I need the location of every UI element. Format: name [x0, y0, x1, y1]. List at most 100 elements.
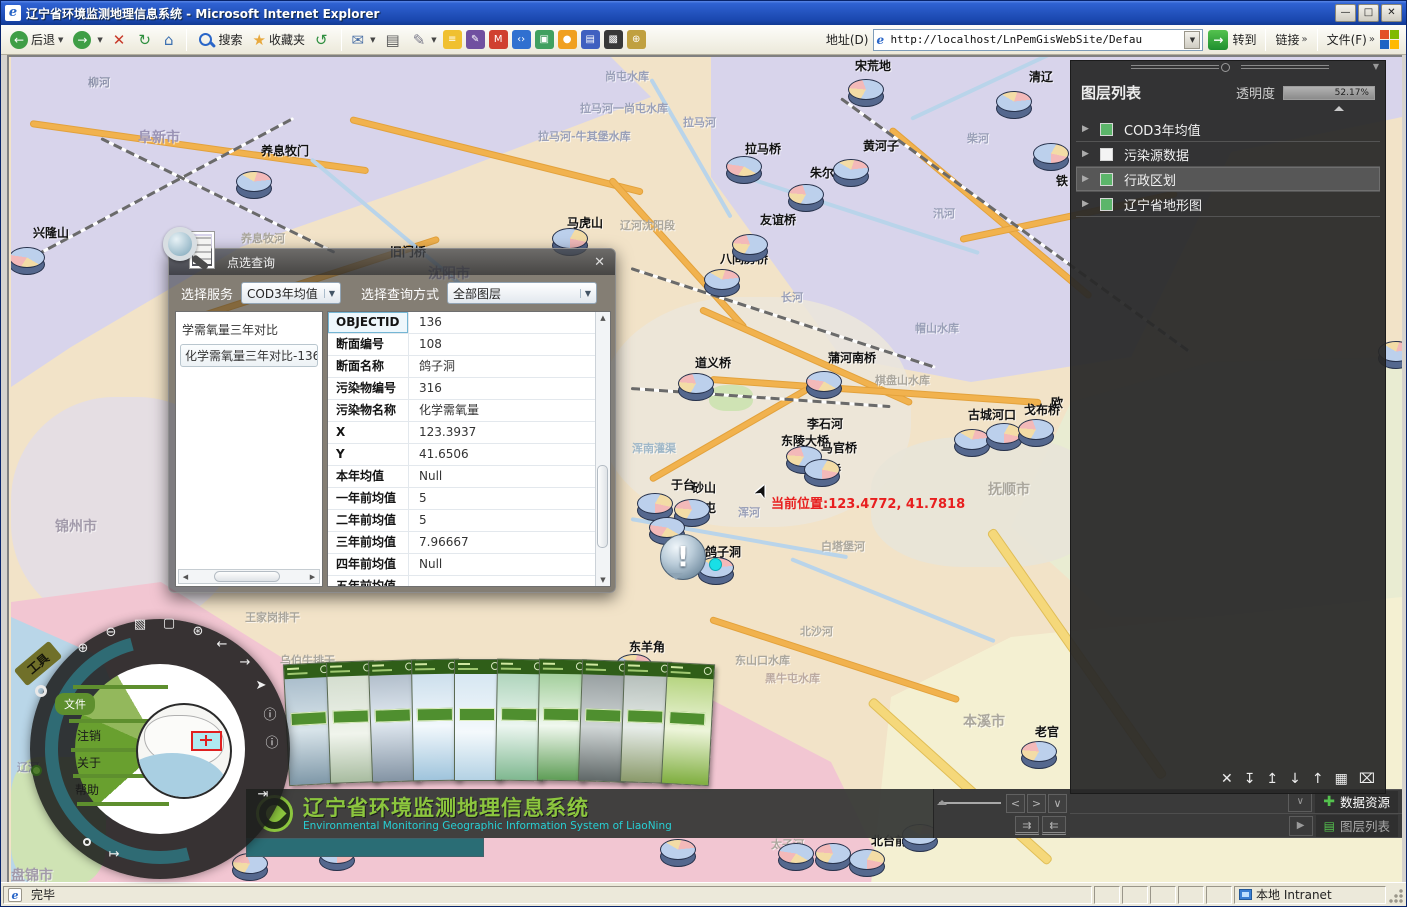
pie-chart-marker[interactable] [1021, 741, 1057, 768]
pie-chart-marker[interactable] [778, 843, 814, 870]
notes-icon[interactable]: ≡ [443, 30, 462, 49]
expand-arrow-icon[interactable]: ▶ [1082, 174, 1100, 184]
book-icon[interactable]: ▤ [581, 30, 600, 49]
editor-icon[interactable]: ✎ [466, 30, 485, 49]
print-button[interactable]: ▤▼ [383, 29, 406, 51]
attribute-table-icon[interactable]: ▦ [1335, 771, 1348, 787]
stop-button[interactable]: ✕▼ [110, 29, 132, 51]
scroll-left-icon[interactable]: ◀ [179, 573, 192, 581]
forward-button[interactable]: →▼ [70, 29, 105, 51]
resize-grip[interactable] [1388, 886, 1404, 904]
pie-chart-marker[interactable] [232, 853, 268, 880]
horizontal-scrollbar[interactable]: ◀ ▶ [178, 569, 320, 584]
pie-chart-marker[interactable] [704, 269, 740, 296]
layer-checkbox[interactable] [1100, 148, 1113, 161]
go-button[interactable]: → 转到 [1208, 30, 1256, 50]
pointer-icon[interactable]: ➤ [251, 678, 271, 693]
vertical-scrollbar[interactable]: ▲ ▼ [595, 312, 610, 586]
pie-chart-marker[interactable] [848, 79, 884, 106]
pie-chart-marker[interactable] [1033, 143, 1069, 170]
messenger-icon[interactable]: M [489, 30, 508, 49]
next-view-icon[interactable]: ⇥ [253, 787, 273, 802]
move-top-icon[interactable]: ↥ [1266, 771, 1278, 787]
pie-chart-marker[interactable] [806, 371, 842, 398]
layer-checkbox[interactable] [1100, 123, 1113, 136]
move-down-icon[interactable]: ↓ [1289, 771, 1301, 787]
opacity-slider-thumb-icon[interactable] [1334, 101, 1344, 111]
dialog-close-icon[interactable]: ✕ [594, 255, 605, 270]
service-select[interactable]: COD3年均值 ▼ [241, 282, 341, 304]
layer-row[interactable]: ▶污染源数据 [1076, 142, 1380, 167]
search-button[interactable]: 搜索▼ [194, 29, 245, 51]
pie-chart-marker[interactable] [660, 839, 696, 866]
opacity-slider[interactable]: 52.17% [1283, 86, 1375, 100]
layer-row[interactable]: ▶COD3年均值 [1076, 117, 1380, 142]
carousel-collapse-button[interactable]: ∨ [1048, 794, 1067, 813]
expand-arrow-icon[interactable]: ▶ [1082, 124, 1100, 134]
info-icon[interactable]: ⓘ [262, 732, 282, 751]
wheel-menu-item[interactable]: 帮助 [75, 781, 99, 798]
wheel-menu-item[interactable]: 关于 [77, 754, 101, 771]
qr-icon[interactable]: ▩ [604, 30, 623, 49]
pie-chart-marker[interactable] [996, 91, 1032, 118]
pie-chart-marker[interactable] [954, 429, 990, 456]
scroll-up-icon[interactable]: ▲ [596, 314, 610, 322]
carousel-skip-back-button[interactable]: ⇇ [1042, 816, 1066, 835]
expand-arrow-icon[interactable]: ▶ [1082, 199, 1100, 209]
carousel-slider[interactable] [939, 802, 1001, 804]
identify-icon[interactable]: ⓘ [260, 704, 280, 723]
pie-chart-marker[interactable] [678, 373, 714, 400]
pie-chart-marker[interactable] [732, 234, 768, 261]
ball-icon[interactable]: ● [558, 30, 577, 49]
pie-chart-marker[interactable] [788, 184, 824, 211]
history-button[interactable]: ↺▼ [312, 29, 334, 51]
zoom-box-icon[interactable]: ▧ [130, 617, 150, 632]
pie-chart-marker[interactable] [986, 423, 1022, 450]
pie-chart-marker[interactable] [11, 247, 45, 274]
slider-thumb-icon[interactable] [937, 795, 947, 805]
overview-minimap[interactable] [136, 703, 232, 799]
maximize-button[interactable]: □ [1358, 4, 1379, 22]
remove-layer-icon[interactable]: ⌧ [1359, 771, 1375, 787]
pie-chart-marker[interactable] [637, 493, 673, 520]
layer-checkbox[interactable] [1100, 173, 1113, 186]
close-button[interactable]: ✕ [1381, 4, 1402, 22]
alert-balloon-icon[interactable]: ! [660, 534, 706, 580]
favorites-button[interactable]: ★收藏夹▼ [250, 29, 308, 51]
back-button[interactable]: ←后退▼ [7, 29, 66, 51]
carousel-next-button[interactable]: > [1027, 794, 1046, 813]
refresh-button[interactable]: ↻▼ [135, 29, 157, 51]
mail-button[interactable]: ✉▼ [349, 29, 379, 51]
layer-row[interactable]: ▶辽宁省地形图 [1076, 192, 1380, 217]
carousel-skip-forward-button[interactable]: ⇉ [1015, 816, 1039, 835]
wheel-menu-item[interactable]: 注销 [77, 727, 101, 744]
links-menu[interactable]: 链接» [1275, 31, 1307, 48]
file-menu[interactable]: 文件(F)» [1327, 31, 1375, 48]
close-panel-icon[interactable]: ✕ [1221, 771, 1233, 787]
layer-row[interactable]: ▶行政区划 [1076, 167, 1380, 192]
scrollbar-thumb[interactable] [597, 465, 608, 547]
scroll-right-icon[interactable]: ▶ [306, 573, 319, 581]
move-up-icon[interactable]: ↑ [1312, 771, 1324, 787]
zoom-out-icon[interactable]: ⊖ [101, 625, 121, 640]
panel-drag-handle[interactable]: ▼ [1071, 61, 1385, 74]
pan-left-icon[interactable]: ← [212, 637, 232, 652]
carousel-prev-button[interactable]: < [1006, 794, 1025, 813]
data-resource-collapse-icon[interactable]: ∨ [1288, 792, 1312, 812]
pie-chart-marker[interactable] [236, 171, 272, 198]
scroll-down-icon[interactable]: ▼ [596, 576, 610, 584]
layer-list-expand-icon[interactable]: ▶ [1289, 816, 1313, 836]
home-button[interactable]: ⌂▼ [161, 29, 180, 51]
address-input[interactable]: e http://localhost/LnPemGisWebSite/Defau… [873, 29, 1203, 51]
wheel-menu-item[interactable]: 文件 [55, 693, 95, 715]
result-list-item[interactable]: 化学需氧量三年对比-136 [180, 344, 318, 367]
dialog-title-bar[interactable]: 点选查询 ✕ [169, 249, 615, 275]
media-icon[interactable]: ‹› [512, 30, 531, 49]
address-dropdown-icon[interactable]: ▼ [1184, 31, 1200, 49]
move-bottom-icon[interactable]: ↧ [1244, 771, 1256, 787]
pie-chart-marker[interactable] [833, 159, 869, 186]
globe-icon[interactable]: ⊛ [188, 624, 208, 639]
wheel-slider-dot-icon[interactable] [31, 765, 42, 776]
image-icon[interactable]: ▣ [535, 30, 554, 49]
minimap-extent-box[interactable] [191, 731, 222, 751]
